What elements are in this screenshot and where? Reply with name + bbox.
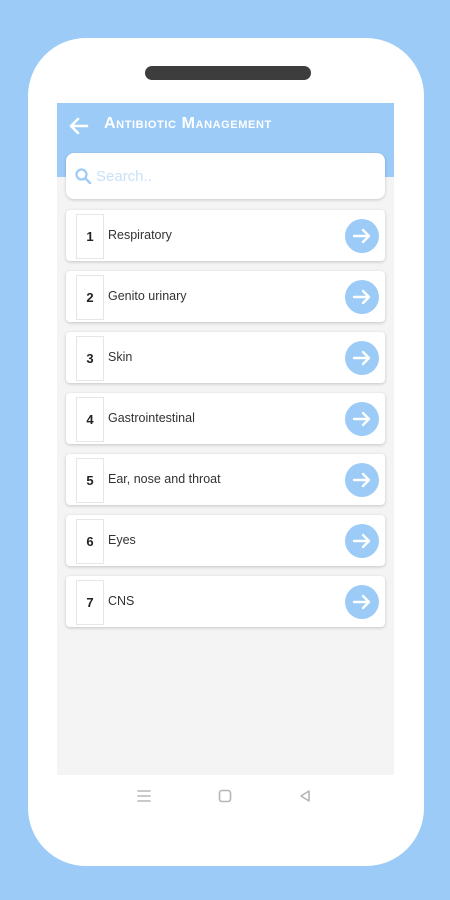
system-nav-bar	[57, 775, 394, 817]
list-item[interactable]: 7 CNS	[66, 576, 385, 627]
list-item[interactable]: 4 Gastrointestinal	[66, 393, 385, 444]
list-item[interactable]: 6 Eyes	[66, 515, 385, 566]
search-icon	[75, 168, 92, 185]
item-number: 6	[76, 519, 104, 564]
item-number: 5	[76, 458, 104, 503]
item-label: Eyes	[108, 533, 136, 547]
item-number: 2	[76, 275, 104, 320]
arrow-right-icon	[352, 472, 371, 488]
open-item-button[interactable]	[345, 585, 379, 619]
list-item[interactable]: 3 Skin	[66, 332, 385, 383]
item-label: Skin	[108, 350, 133, 364]
open-item-button[interactable]	[345, 463, 379, 497]
page-title: Antibiotic Management	[104, 115, 272, 132]
arrow-right-icon	[352, 289, 371, 305]
app-screen: Antibiotic Management 1 Respiratory 2 Ge…	[57, 103, 394, 775]
list-item[interactable]: 5 Ear, nose and throat	[66, 454, 385, 505]
back-triangle-icon	[300, 790, 310, 802]
item-label: Respiratory	[108, 228, 172, 242]
open-item-button[interactable]	[345, 524, 379, 558]
item-label: CNS	[108, 594, 135, 608]
item-label: Genito urinary	[108, 289, 187, 303]
open-item-button[interactable]	[345, 280, 379, 314]
open-item-button[interactable]	[345, 402, 379, 436]
item-number: 4	[76, 397, 104, 442]
search-input[interactable]	[96, 163, 376, 189]
category-list: 1 Respiratory 2 Genito urinary 3 Skin 4 …	[66, 210, 385, 637]
arrow-right-icon	[352, 350, 371, 366]
home-button[interactable]	[216, 787, 234, 805]
recent-apps-button[interactable]	[135, 787, 153, 805]
item-number: 3	[76, 336, 104, 381]
item-label: Gastrointestinal	[108, 411, 195, 425]
arrow-right-icon	[352, 533, 371, 549]
open-item-button[interactable]	[345, 341, 379, 375]
item-number: 7	[76, 580, 104, 625]
arrow-right-icon	[352, 411, 371, 427]
menu-icon	[137, 790, 151, 802]
search-bar[interactable]	[66, 153, 385, 199]
list-item[interactable]: 2 Genito urinary	[66, 271, 385, 322]
arrow-right-icon	[352, 594, 371, 610]
item-number: 1	[76, 214, 104, 259]
arrow-left-icon	[69, 117, 89, 135]
list-item[interactable]: 1 Respiratory	[66, 210, 385, 261]
arrow-right-icon	[352, 228, 371, 244]
phone-speaker	[145, 66, 311, 80]
system-back-button[interactable]	[296, 787, 314, 805]
home-square-icon	[218, 789, 232, 803]
open-item-button[interactable]	[345, 219, 379, 253]
back-button[interactable]	[67, 114, 91, 138]
item-label: Ear, nose and throat	[108, 472, 221, 486]
